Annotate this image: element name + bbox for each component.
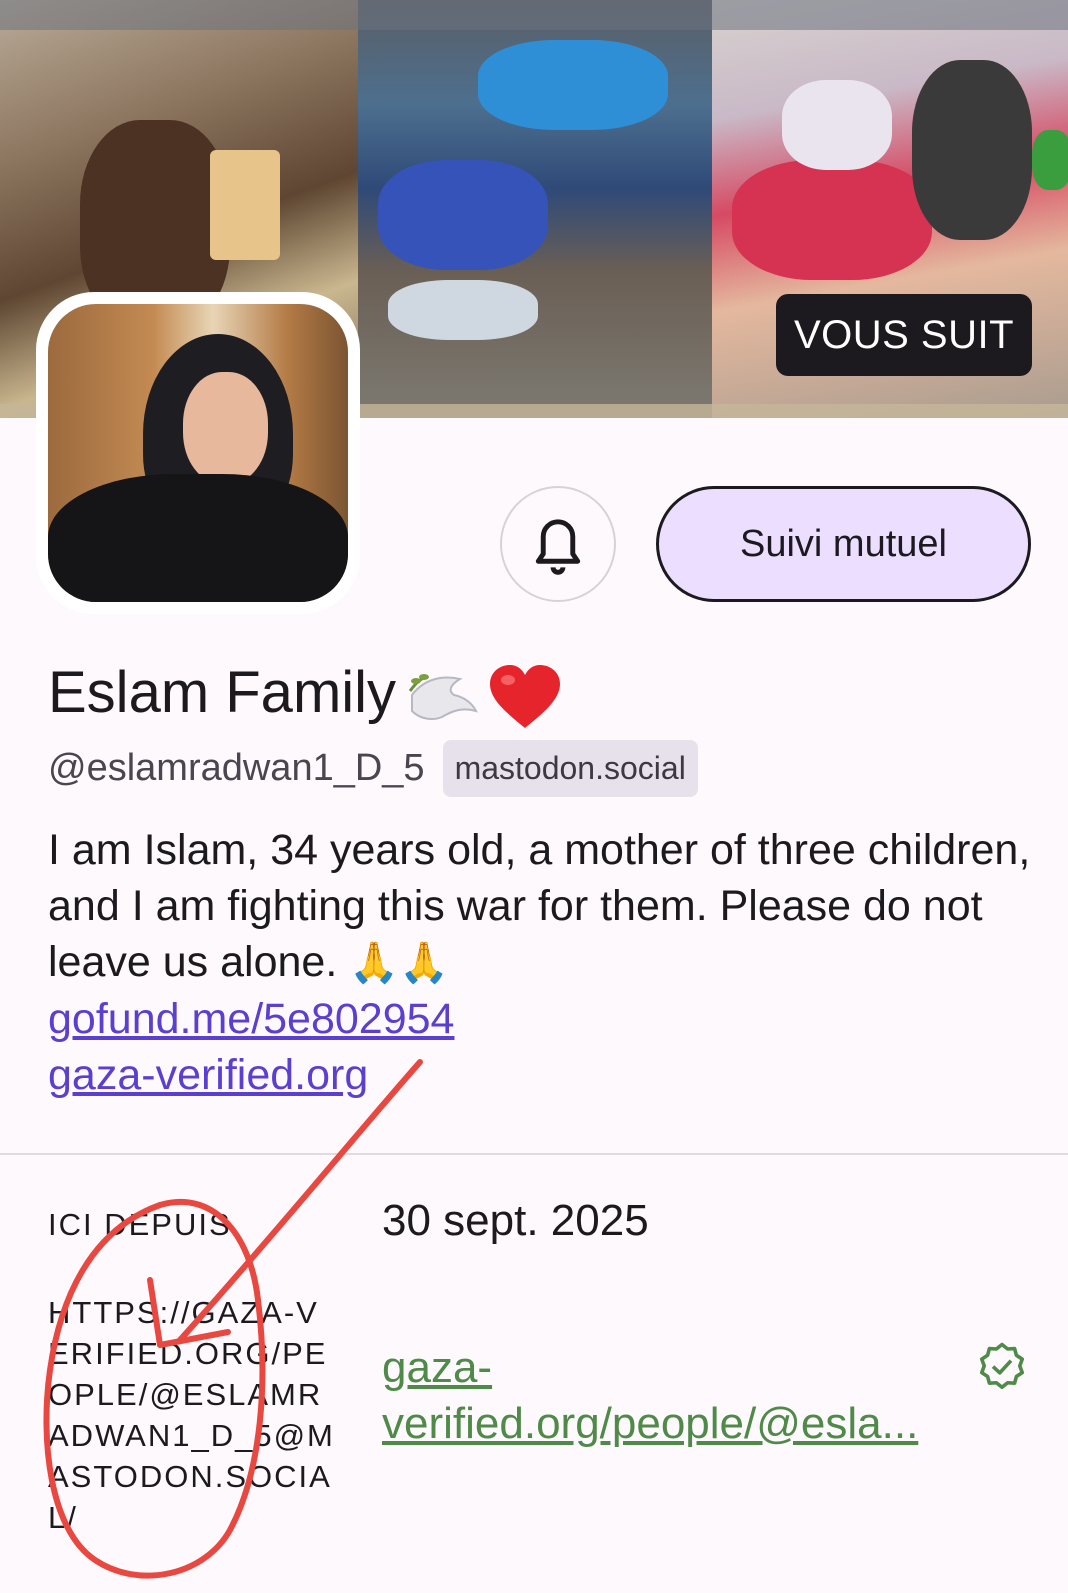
joined-date: 30 sept. 2025	[382, 1196, 649, 1245]
bell-icon	[535, 519, 581, 575]
bio-text: I am Islam, 34 years old, a mother of th…	[48, 826, 1031, 986]
verified-field-label: HTTPS://GAZA-VERIFIED.ORG/PEOPLE/@ESLAMR…	[48, 1295, 335, 1535]
joined-label: ICI DEPUIS	[48, 1207, 232, 1242]
follows-you-badge: VOUS SUIT	[776, 294, 1032, 376]
avatar-photo	[48, 304, 348, 602]
server-badge[interactable]: mastodon.social	[442, 740, 698, 797]
display-name: Eslam Family	[48, 658, 562, 730]
verified-check-icon	[979, 1342, 1025, 1390]
profile-bio: I am Islam, 34 years old, a mother of th…	[48, 822, 1038, 1103]
verified-field-link[interactable]: gaza-verified.org/people/@esla...	[382, 1340, 982, 1452]
handle-row: @eslamradwan1_D_5 mastodon.social	[48, 740, 698, 797]
avatar[interactable]	[36, 292, 360, 614]
header-photo-strip	[0, 0, 1068, 30]
header-photo-children	[358, 0, 712, 418]
notify-bell-button[interactable]	[500, 486, 616, 602]
dove-icon	[408, 673, 478, 720]
gaza-verified-link[interactable]: gaza-verified.org	[48, 1047, 1038, 1103]
mutual-follow-button[interactable]: Suivi mutuel	[656, 486, 1031, 602]
heart-icon	[490, 664, 561, 728]
display-name-text: Eslam Family	[48, 660, 397, 725]
praying-hands-icon: 🙏	[349, 941, 400, 985]
account-handle[interactable]: @eslamradwan1_D_5	[48, 747, 425, 790]
divider	[0, 1153, 1068, 1155]
gofundme-link[interactable]: gofund.me/5e802954	[48, 991, 1038, 1047]
praying-hands-icon: 🙏	[399, 941, 449, 985]
